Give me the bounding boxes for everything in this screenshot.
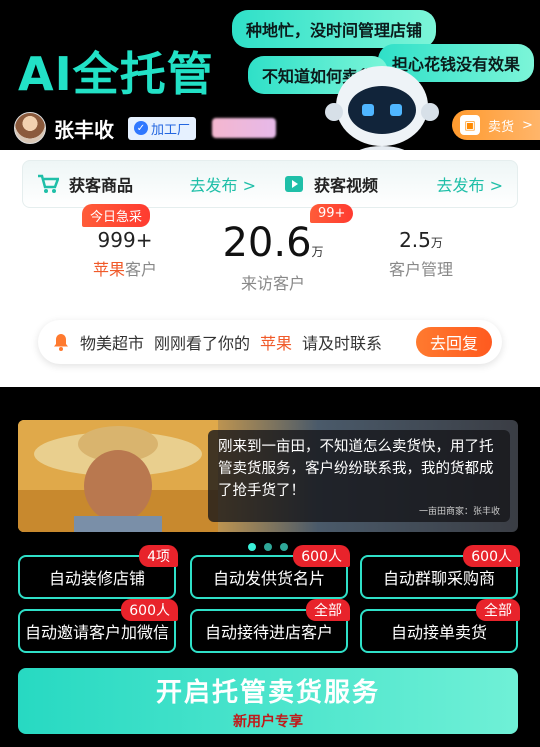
carousel-dot[interactable] (264, 543, 272, 551)
stat-label: 客户管理 (388, 260, 453, 279)
video-icon (285, 176, 303, 192)
stats-row: 今日急采 99+ 999+ 苹果客户 20.6万 来访客户 2.5万 客户管理 (0, 204, 540, 310)
avatar (14, 112, 46, 144)
tab-videos-label: 获客视频 (314, 176, 379, 195)
carousel-indicator (248, 543, 288, 551)
feature-auto-group-chat[interactable]: 自动群聊采购商 600人 (360, 545, 520, 599)
sell-button[interactable]: ▣ 卖货 > (452, 110, 540, 140)
notice-text-end: 请及时联系 (302, 334, 383, 353)
stat-label: 来访客户 (240, 274, 305, 293)
page: AI全托管 种地忙，没时间管理店铺 担心花钱没有效果 不知道如何卖货 张丰收 ✓… (0, 0, 540, 747)
tab-products-label: 获客商品 (69, 176, 134, 195)
cta-title: 开启托管卖货服务 (155, 677, 380, 708)
stat-value: 999+ (97, 228, 153, 252)
page-title: AI全托管 (18, 47, 214, 101)
stat-visitors[interactable]: 20.6万 来访客户 (208, 220, 338, 294)
reply-button[interactable]: 去回复 (416, 327, 492, 357)
feature-badge: 全部 (306, 599, 350, 621)
feature-badge: 600人 (463, 545, 520, 567)
tab-products[interactable]: 获客商品 去发布 > (23, 161, 270, 207)
stat-value: 2.5 (399, 228, 431, 252)
quote-source: 一亩田商家：张丰收 (418, 507, 500, 517)
processor-tag: ✓ 加工厂 (128, 116, 197, 140)
stat-label-product: 苹果 (92, 260, 125, 279)
tab-videos[interactable]: 获客视频 去发布 > (270, 161, 517, 207)
pain-point-bubble: 种地忙，没时间管理店铺 (232, 10, 437, 48)
user-name: 张丰收 (54, 117, 114, 142)
testimonial-quote: 刚来到一亩田，不知道怎么卖货快，用了托管卖货服务，客户纷纷联系我，我的货都成了抢… (208, 430, 510, 522)
cart-icon (38, 174, 59, 193)
processor-tag-label: 加工厂 (151, 122, 191, 138)
publish-videos-link[interactable]: 去发布 > (437, 172, 504, 196)
stat-unit: 万 (311, 245, 324, 259)
stats-card: 获客商品 去发布 > 获客视频 去发布 > 今日急采 99+ 999+ 苹果客户… (0, 150, 540, 387)
feature-badge: 600人 (293, 545, 350, 567)
feature-auto-decorate[interactable]: 自动装修店铺 4项 (18, 545, 178, 599)
sell-button-label: 卖货 (488, 119, 515, 135)
feature-badge: 600人 (121, 599, 178, 621)
chevron-right-icon: > (522, 117, 533, 133)
notice-text: 刚刚看了你的 (154, 334, 251, 353)
carousel-dot-active[interactable] (248, 543, 256, 551)
user-profile: 张丰收 ✓ 加工厂 (14, 112, 277, 144)
feature-auto-reception[interactable]: 自动接待进店客户 全部 (190, 599, 350, 653)
farmer-photo (18, 420, 218, 532)
feature-label: 自动装修店铺 (48, 569, 145, 588)
publish-products-link[interactable]: 去发布 > (190, 172, 257, 196)
bell-icon (54, 334, 68, 351)
store-icon: ▣ (460, 115, 480, 135)
feature-badge: 4项 (139, 545, 178, 567)
quote-text: 刚来到一亩田，不知道怎么卖货快，用了托管卖货服务，客户纷纷联系我，我的货都成了抢… (218, 439, 494, 499)
cta-subtitle: 新用户专享 (233, 713, 303, 730)
stat-unit: 万 (430, 236, 443, 250)
feature-label: 自动群聊采购商 (382, 569, 495, 588)
stat-label: 客户 (125, 260, 158, 279)
start-service-button[interactable]: 开启托管卖货服务 新用户专享 (18, 668, 518, 734)
verified-icon: ✓ (134, 121, 148, 135)
carousel-dot[interactable] (280, 543, 288, 551)
feature-auto-card[interactable]: 自动发供货名片 600人 (190, 545, 350, 599)
feature-label: 自动接待进店客户 (204, 623, 333, 642)
feature-label: 自动接单卖货 (390, 623, 487, 642)
feature-label: 自动发供货名片 (212, 569, 325, 588)
notice-store: 物美超市 (80, 334, 145, 353)
notice-product: 苹果 (260, 334, 293, 353)
stat-value: 20.6 (222, 220, 312, 266)
visitor-notice: 物美超市 刚刚看了你的 苹果 请及时联系 去回复 (38, 320, 502, 364)
feature-label: 自动邀请客户加微信 (24, 623, 169, 642)
stat-customer-management[interactable]: 2.5万 客户管理 (366, 228, 476, 280)
blurred-tag (212, 118, 277, 138)
stat-customers[interactable]: 999+ 苹果客户 (70, 228, 180, 280)
testimonial-banner[interactable]: 刚来到一亩田，不知道怎么卖货快，用了托管卖货服务，客户纷纷联系我，我的货都成了抢… (18, 420, 518, 532)
publish-tabs: 获客商品 去发布 > 获客视频 去发布 > (22, 160, 518, 208)
urgent-badge: 今日急采 (82, 204, 151, 227)
feature-auto-invite-wechat[interactable]: 自动邀请客户加微信 600人 (18, 599, 178, 653)
feature-badge: 全部 (476, 599, 520, 621)
feature-auto-orders[interactable]: 自动接单卖货 全部 (360, 599, 520, 653)
